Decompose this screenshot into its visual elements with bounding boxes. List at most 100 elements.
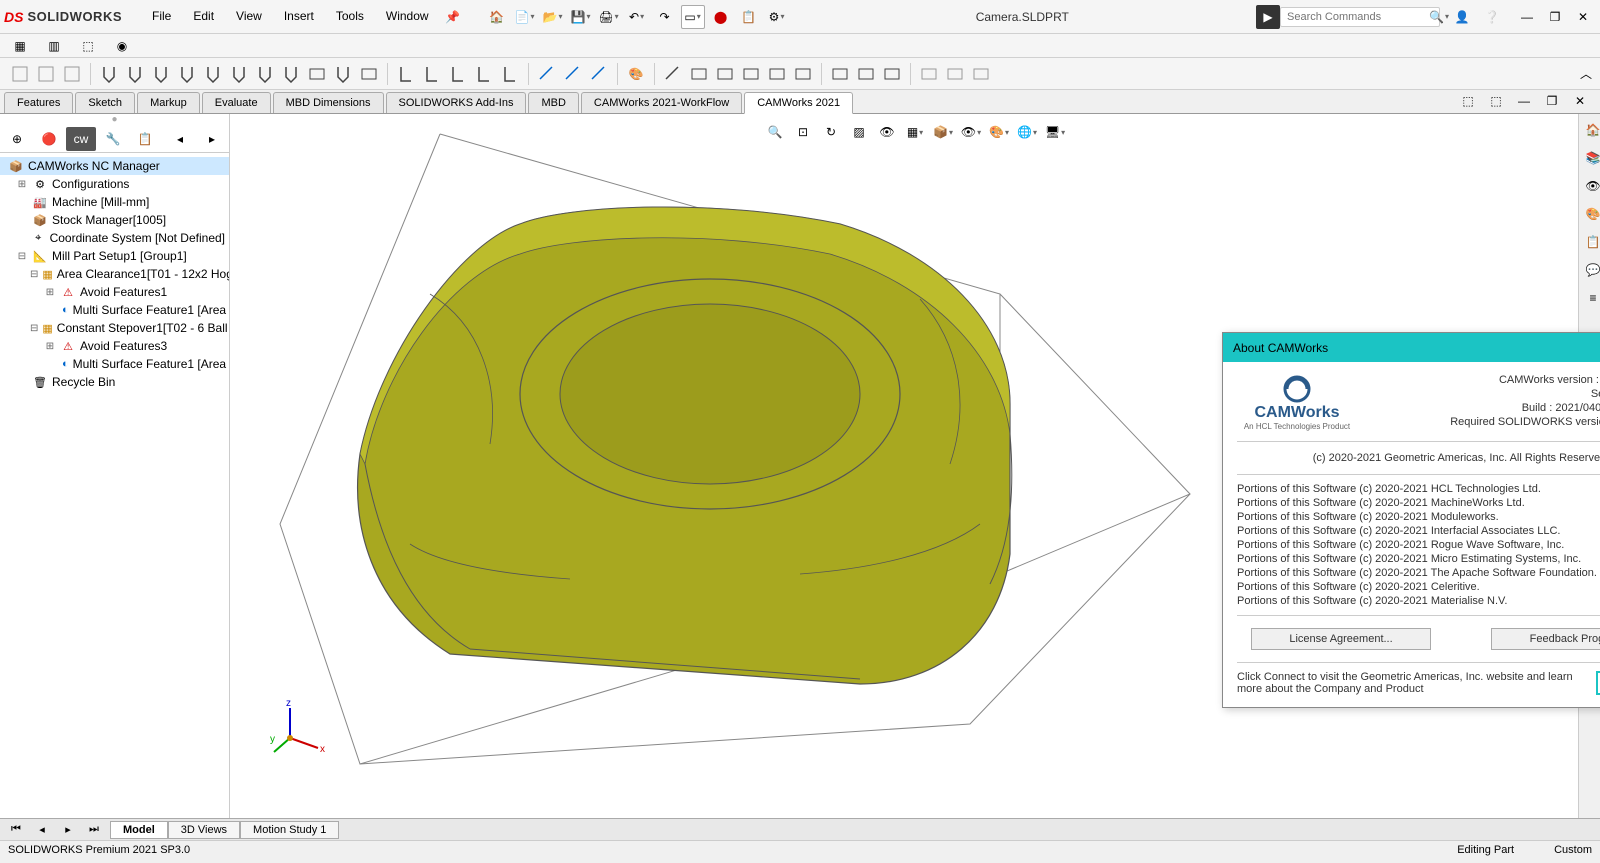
doc-close[interactable]: ✕	[1568, 89, 1592, 113]
options-icon[interactable]: 📋	[737, 5, 761, 29]
cmd-e6[interactable]	[791, 61, 815, 87]
bt-first-icon[interactable]: ⏮	[4, 818, 28, 842]
cmd-mill-6[interactable]	[227, 61, 251, 87]
cmd-e1[interactable]	[661, 61, 685, 87]
view-triad[interactable]: z x y	[270, 698, 330, 758]
home-icon[interactable]: 🏠	[485, 5, 509, 29]
hud-appearance-icon[interactable]: 🎨▾	[987, 120, 1011, 144]
rebuild-icon[interactable]: ⬤	[709, 5, 733, 29]
side-tab-3[interactable]: cw	[66, 127, 96, 151]
tree-msf1[interactable]: ◐Multi Surface Feature1 [Area C	[0, 301, 229, 319]
icon-b[interactable]: ▥	[42, 34, 66, 58]
menu-file[interactable]: File	[142, 5, 181, 29]
undo-icon[interactable]: ↶▾	[625, 5, 649, 29]
cmd-c2[interactable]	[561, 61, 585, 87]
user-icon[interactable]: 👤	[1450, 5, 1474, 29]
cmd-b5[interactable]	[498, 61, 522, 87]
bt-prev-icon[interactable]: ◂	[30, 818, 54, 842]
tree-area-clearance[interactable]: ⊟▦Area Clearance1[T01 - 12x2 Hog N	[0, 265, 229, 283]
cmd-mill-1[interactable]	[97, 61, 121, 87]
tab-camworks-workflow[interactable]: CAMWorks 2021-WorkFlow	[581, 92, 742, 113]
icon-c[interactable]: ⬚	[76, 34, 100, 58]
bottom-tab-model[interactable]: Model	[110, 821, 168, 839]
hud-screen-icon[interactable]: 🖥▾	[1043, 120, 1067, 144]
select-icon[interactable]: ▭▾	[681, 5, 705, 29]
cmd-e5[interactable]	[765, 61, 789, 87]
side-tab-5[interactable]: 📋	[130, 127, 160, 151]
close-button[interactable]: ✕	[1570, 7, 1596, 27]
tab-markup[interactable]: Markup	[137, 92, 200, 113]
menu-insert[interactable]: Insert	[274, 5, 324, 29]
cmd-2[interactable]	[34, 61, 58, 87]
cmd-c1[interactable]	[535, 61, 559, 87]
tree-setup[interactable]: ⊟📐Mill Part Setup1 [Group1]	[0, 247, 229, 265]
icon-a[interactable]: ▦	[8, 34, 32, 58]
hud-fit-icon[interactable]: ⊡	[791, 120, 815, 144]
cmd-mill-9[interactable]	[305, 61, 329, 87]
tab-camworks[interactable]: CAMWorks 2021	[744, 92, 853, 114]
hud-zoom-icon[interactable]: 🔍	[763, 120, 787, 144]
side-tab-right[interactable]: ▸	[197, 127, 227, 151]
hud-rotate-icon[interactable]: ↻	[819, 120, 843, 144]
side-tab-left[interactable]: ◂	[165, 127, 195, 151]
save-icon[interactable]: 💾▾	[569, 5, 593, 29]
cmd-g3[interactable]	[969, 61, 993, 87]
menu-tools[interactable]: Tools	[326, 5, 374, 29]
bt-last-icon[interactable]: ⏭	[82, 818, 106, 842]
cmd-mill-2[interactable]	[123, 61, 147, 87]
tab-addins[interactable]: SOLIDWORKS Add-Ins	[386, 92, 527, 113]
cmd-1[interactable]	[8, 61, 32, 87]
cmd-f3[interactable]	[880, 61, 904, 87]
rp-appear-icon[interactable]: 🎨	[1581, 202, 1600, 226]
doc-maximize[interactable]: ❐	[1540, 89, 1564, 113]
search-box[interactable]: 🔍 ▾	[1280, 7, 1440, 27]
tree-msf2[interactable]: ◐Multi Surface Feature1 [Area C	[0, 355, 229, 373]
cmd-e4[interactable]	[739, 61, 763, 87]
tab-icon-2[interactable]: ⬚	[1484, 89, 1508, 113]
open-icon[interactable]: 📂▾	[541, 5, 565, 29]
cmd-b2[interactable]	[420, 61, 444, 87]
redo-icon[interactable]: ↷	[653, 5, 677, 29]
bt-next-icon[interactable]: ▸	[56, 818, 80, 842]
minimize-button[interactable]: —	[1514, 7, 1540, 27]
tree-configs[interactable]: ⊞⚙Configurations	[0, 175, 229, 193]
tab-mbd-dimensions[interactable]: MBD Dimensions	[273, 92, 384, 113]
tab-icon-1[interactable]: ⬚	[1456, 89, 1480, 113]
print-icon[interactable]: 🖨▾	[597, 5, 621, 29]
pin-icon[interactable]: 📌	[441, 5, 465, 29]
rp-lib-icon[interactable]: 📚	[1581, 146, 1600, 170]
cmd-b4[interactable]	[472, 61, 496, 87]
cmd-3[interactable]	[60, 61, 84, 87]
rp-home-icon[interactable]: 🏠	[1581, 118, 1600, 142]
tab-sketch[interactable]: Sketch	[75, 92, 135, 113]
tree-avoid3[interactable]: ⊞⚠Avoid Features3	[0, 337, 229, 355]
cmd-f1[interactable]	[828, 61, 852, 87]
tree-root[interactable]: 📦CAMWorks NC Manager	[0, 157, 229, 175]
cmd-e3[interactable]	[713, 61, 737, 87]
tree-stock[interactable]: 📦Stock Manager[1005]	[0, 211, 229, 229]
hud-section-icon[interactable]: ▨	[847, 120, 871, 144]
hud-scene-icon[interactable]: 📦▾	[931, 120, 955, 144]
cmd-e2[interactable]	[687, 61, 711, 87]
cmd-d1[interactable]: 🎨	[624, 61, 648, 87]
search-icon[interactable]: 🔍	[1429, 10, 1444, 24]
collapse-toolbar-icon[interactable]: ︿	[1580, 65, 1592, 82]
status-units[interactable]: Custom	[1554, 844, 1592, 856]
feedback-program-button[interactable]: Feedback Program...	[1491, 628, 1600, 650]
bottom-tab-3dviews[interactable]: 3D Views	[168, 821, 240, 839]
cmd-b3[interactable]	[446, 61, 470, 87]
hud-render-icon[interactable]: 🌐▾	[1015, 120, 1039, 144]
hud-hide-icon[interactable]: 👁▾	[959, 120, 983, 144]
settings-icon[interactable]: ⚙▾	[765, 5, 789, 29]
cmd-mill-10[interactable]	[331, 61, 355, 87]
rp-forum-icon[interactable]: 💬	[1581, 258, 1600, 282]
rp-custom-icon[interactable]: 📋	[1581, 230, 1600, 254]
tree-machine[interactable]: 🏭Machine [Mill-mm]	[0, 193, 229, 211]
help-icon[interactable]: ❔	[1480, 5, 1504, 29]
tab-evaluate[interactable]: Evaluate	[202, 92, 271, 113]
hud-view-icon[interactable]: 👁	[875, 120, 899, 144]
3d-viewport[interactable]: 🔍 ⊡ ↻ ▨ 👁 ▦▾ 📦▾ 👁▾ 🎨▾ 🌐▾ 🖥▾	[230, 114, 1600, 818]
bottom-tab-motion[interactable]: Motion Study 1	[240, 821, 339, 839]
maximize-button[interactable]: ❐	[1542, 7, 1568, 27]
cmd-g2[interactable]	[943, 61, 967, 87]
